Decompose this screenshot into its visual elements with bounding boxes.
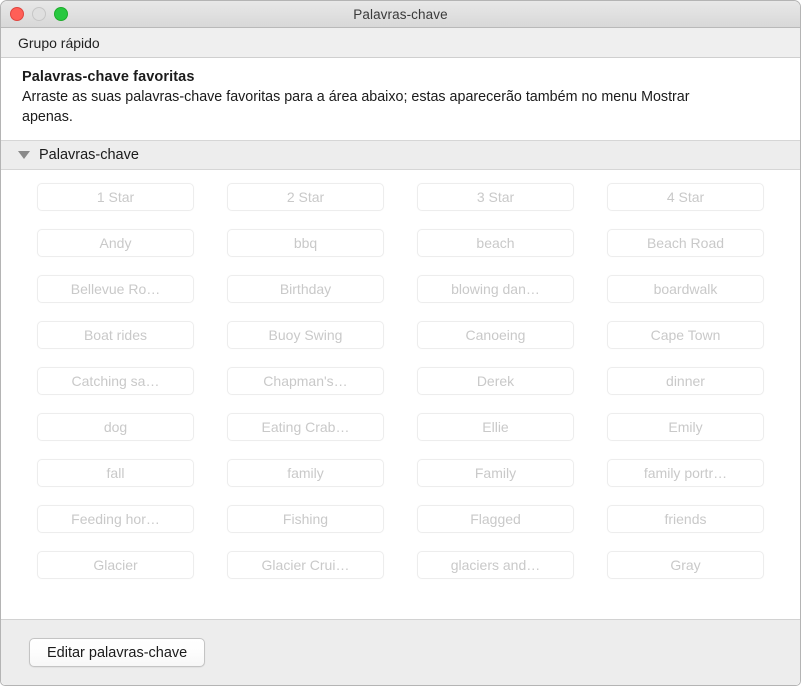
keyword-token[interactable]: glaciers and…: [417, 550, 574, 579]
keyword-token[interactable]: Family: [417, 458, 574, 487]
keyword-token[interactable]: bbq: [227, 228, 384, 257]
keyword-token[interactable]: Emily: [607, 412, 764, 441]
window-title: Palavras-chave: [353, 6, 448, 22]
keyword-token[interactable]: Glacier Crui…: [227, 550, 384, 579]
window-titlebar: Palavras-chave: [1, 1, 800, 28]
keyword-token[interactable]: dinner: [607, 366, 764, 395]
triangle-down-icon[interactable]: [18, 150, 30, 159]
favorite-keywords-dropzone[interactable]: 1 Star 2 Star 3 Star 4 Star Andy bbq beach Beac…: [1, 169, 800, 619]
keywords-section-title: Palavras-chave: [39, 146, 139, 163]
keyword-token[interactable]: Andy: [37, 228, 194, 257]
traffic-light-group: [10, 1, 68, 27]
keyword-token[interactable]: Glacier: [37, 550, 194, 579]
description-block: Palavras-chave favoritas Arraste as suas…: [1, 58, 800, 140]
description-heading: Palavras-chave favoritas: [22, 69, 195, 85]
keywords-window: Palavras-chave Grupo rápido Palavras-cha…: [0, 0, 801, 686]
keyword-token[interactable]: blowing dan…: [417, 274, 574, 303]
window-footer: Editar palavras-chave: [1, 619, 800, 685]
keyword-token[interactable]: 3 Star: [417, 182, 574, 211]
keyword-token[interactable]: Eating Crab…: [227, 412, 384, 441]
keyword-token[interactable]: boardwalk: [607, 274, 764, 303]
keyword-token[interactable]: beach: [417, 228, 574, 257]
description-body: Arraste as suas palavras-chave favoritas…: [22, 89, 690, 126]
quick-group-toolbar: Grupo rápido: [1, 28, 800, 58]
keyword-grid: 1 Star 2 Star 3 Star 4 Star Andy bbq beach Beac…: [1, 182, 800, 579]
keyword-token[interactable]: Chapman's…: [227, 366, 384, 395]
edit-keywords-button[interactable]: Editar palavras-chave: [29, 638, 206, 667]
close-button[interactable]: [10, 7, 24, 21]
minimize-button[interactable]: [32, 7, 46, 21]
keyword-token[interactable]: fall: [37, 458, 194, 487]
keyword-token[interactable]: family portr…: [607, 458, 764, 487]
keyword-token[interactable]: friends: [607, 504, 764, 533]
keyword-token[interactable]: 2 Star: [227, 182, 384, 211]
keyword-token[interactable]: Birthday: [227, 274, 384, 303]
keyword-token[interactable]: Bellevue Ro…: [37, 274, 194, 303]
keyword-token[interactable]: Boat rides: [37, 320, 194, 349]
keyword-token[interactable]: dog: [37, 412, 194, 441]
keyword-token[interactable]: Feeding hor…: [37, 504, 194, 533]
keyword-token[interactable]: 4 Star: [607, 182, 764, 211]
keyword-token[interactable]: family: [227, 458, 384, 487]
keyword-token[interactable]: Beach Road: [607, 228, 764, 257]
keyword-token[interactable]: Gray: [607, 550, 764, 579]
keyword-token[interactable]: Canoeing: [417, 320, 574, 349]
keyword-token[interactable]: Buoy Swing: [227, 320, 384, 349]
quick-group-label: Grupo rápido: [18, 34, 100, 51]
keyword-token[interactable]: Catching sa…: [37, 366, 194, 395]
keyword-token[interactable]: 1 Star: [37, 182, 194, 211]
keyword-token[interactable]: Ellie: [417, 412, 574, 441]
keyword-token[interactable]: Fishing: [227, 504, 384, 533]
keyword-token[interactable]: Derek: [417, 366, 574, 395]
keyword-token[interactable]: Flagged: [417, 504, 574, 533]
keyword-token[interactable]: Cape Town: [607, 320, 764, 349]
zoom-button[interactable]: [54, 7, 68, 21]
keywords-section-header[interactable]: Palavras-chave: [1, 139, 800, 170]
